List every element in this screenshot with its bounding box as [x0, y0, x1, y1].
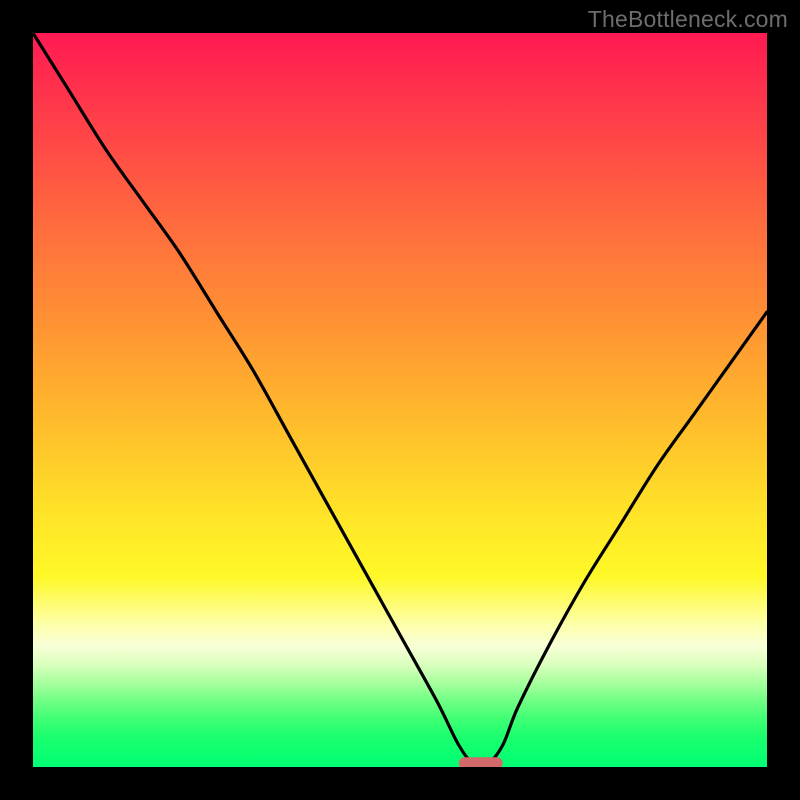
plot-area [33, 33, 767, 767]
optimum-marker [459, 757, 503, 767]
chart-frame: TheBottleneck.com [0, 0, 800, 800]
plot-svg [33, 33, 767, 767]
bottleneck-curve [33, 33, 767, 766]
watermark-text: TheBottleneck.com [588, 6, 788, 33]
